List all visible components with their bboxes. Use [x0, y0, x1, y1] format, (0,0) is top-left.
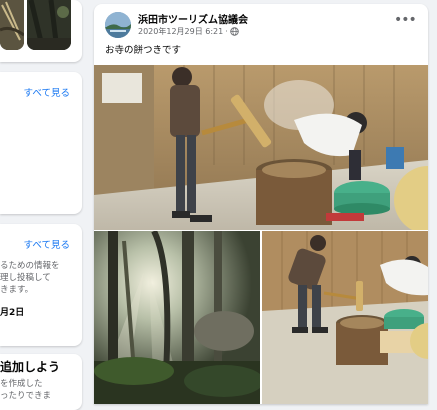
post-meta: 2020年12月29日 6:21 ·: [138, 26, 239, 37]
page-management-card: すべて見る るための情報を 理し投稿して きます。 月2日: [0, 224, 82, 346]
thumbnail-image: [0, 0, 24, 50]
mochi-pounding-photo: [94, 65, 428, 230]
see-all-link[interactable]: すべて見る: [24, 85, 70, 99]
add-text-line: ったりできま: [0, 391, 52, 401]
info-text-line: きます。: [0, 285, 34, 295]
post-card: 浜田市ツーリズム協議会 2020年12月29日 6:21 · ••• お寺の餅つ…: [94, 4, 428, 404]
avatar-image: [105, 12, 131, 38]
page-avatar[interactable]: [105, 12, 131, 38]
add-title: 追加しよう: [0, 360, 61, 374]
add-card: 追加しよう を作成した ったりできま: [0, 354, 82, 410]
post-photo-main[interactable]: [94, 65, 428, 230]
mochi-pounding-photo-2: [262, 231, 428, 404]
ellipsis-icon[interactable]: •••: [394, 12, 417, 28]
post-caption: お寺の餅つきです: [105, 45, 182, 56]
forest-sunbeams-photo: [94, 231, 260, 404]
photo-thumbnail[interactable]: [27, 0, 71, 50]
info-text-line: るための情報を: [0, 261, 60, 271]
photo-thumbnail[interactable]: [0, 0, 24, 50]
date-label: 月2日: [0, 308, 25, 318]
post-timestamp[interactable]: 2020年12月29日 6:21: [138, 26, 223, 37]
add-text-line: を作成した: [0, 379, 43, 389]
post-photo-second[interactable]: [262, 231, 428, 404]
photos-card: [0, 0, 82, 62]
see-all-link[interactable]: すべて見る: [24, 237, 70, 251]
page-name[interactable]: 浜田市ツーリズム協議会: [138, 11, 248, 26]
meta-separator: ·: [225, 27, 228, 36]
post-photo-forest[interactable]: [94, 231, 260, 404]
info-text-line: 理し投稿して: [0, 273, 51, 283]
info-card: すべて見る: [0, 72, 82, 214]
left-sidebar: すべて見る すべて見る るための情報を 理し投稿して きます。 月2日 追加しよ…: [0, 0, 84, 410]
globe-icon: [230, 27, 239, 36]
thumbnail-image: [27, 0, 71, 50]
